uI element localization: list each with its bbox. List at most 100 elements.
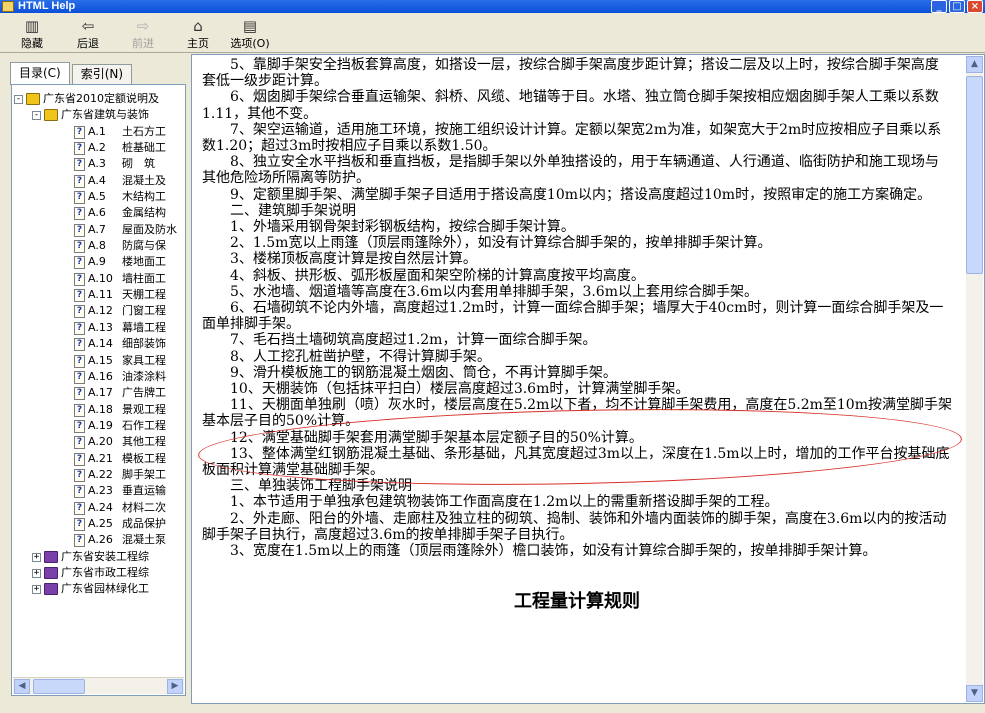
topic-content-pane: 5、靠脚手架安全挡板套算高度，如搭设一层，按综合脚手架高度步距计算；搭设二层及以… (191, 54, 985, 704)
minimize-button[interactable]: _ (931, 0, 947, 13)
scroll-left-arrow-icon[interactable]: ◀ (14, 679, 30, 694)
topic-document: 5、靠脚手架安全挡板套算高度，如搭设一层，按综合脚手架高度步距计算；搭设二层及以… (202, 57, 952, 611)
topic-paragraph: 2、外走廊、阳台的外墙、走廊柱及独立柱的砌筑、捣制、装饰和外墙内面装饰的脚手架，… (202, 510, 947, 543)
tree-item-chapter[interactable]: ? A.2 桩基础工 (14, 140, 184, 156)
title-bar[interactable]: HTML Help _ □ × (0, 0, 985, 13)
back-arrow-icon: ⇦ (81, 17, 95, 35)
tree-item-chapter[interactable]: ? A.21 模板工程 (14, 451, 184, 467)
help-page-icon: ? (74, 534, 85, 548)
content-vertical-scrollbar[interactable]: ▲ ▼ (966, 56, 983, 702)
expand-icon[interactable]: + (32, 585, 41, 595)
tree-item-chapter[interactable]: ? A.13 幕墙工程 (14, 320, 184, 336)
forward-arrow-icon: ⇨ (136, 17, 150, 35)
tree-item-chapter[interactable]: ? A.17 广告牌工 (14, 385, 184, 401)
tree-item-chapter[interactable]: ? A.8 防腐与保 (14, 238, 184, 254)
tree-item-title: 幕墙工程 (122, 320, 166, 334)
tree-item-label: A.4 混凝土及 (88, 173, 166, 189)
tree-item-chapter[interactable]: ? A.12 门窗工程 (14, 303, 184, 319)
tab-index[interactable]: 索引(N) (71, 64, 133, 84)
tree-item-title: 景观工程 (122, 402, 166, 416)
tree-item-title: 土石方工 (122, 124, 166, 138)
tree-item-root[interactable]: - 广东省2010定额说明及 (14, 91, 184, 107)
tree-item-chapter[interactable]: ? A.23 垂直运输 (14, 483, 184, 499)
topic-paragraph: 8、独立安全水平挡板和垂直挡板，是指脚手架以外单独搭设的，用于车辆通道、人行通道… (202, 154, 939, 187)
expand-icon[interactable]: + (32, 568, 41, 578)
topic-paragraph: 5、水池墙、烟道墙等高度在3.6m以内套用单排脚手架，3.6m以上套用综合脚手架… (230, 283, 758, 300)
tree-horizontal-scrollbar[interactable]: ◀ ▶ (13, 677, 184, 694)
tree-item-code: A.21 (88, 451, 113, 465)
tree-item-chapter[interactable]: ? A.4 混凝土及 (14, 173, 184, 189)
tree-item-title: 混凝土及 (122, 173, 166, 187)
tree-item-label: A.6 金属结构 (88, 205, 166, 221)
scroll-down-arrow-icon[interactable]: ▼ (966, 685, 983, 702)
scroll-right-arrow-icon[interactable]: ▶ (167, 679, 183, 694)
tree-item-chapter[interactable]: ? A.6 金属结构 (14, 205, 184, 221)
help-page-icon: ? (74, 387, 85, 401)
content-scroll-thumb[interactable] (966, 76, 983, 274)
expand-icon[interactable]: + (32, 552, 41, 562)
tree-item-chapter[interactable]: ? A.7 屋面及防水 (14, 222, 184, 238)
help-page-icon: ? (74, 256, 85, 270)
tree-item-chapter[interactable]: ? A.11 天棚工程 (14, 287, 184, 303)
home-button[interactable]: ⌂ 主页 (175, 17, 221, 51)
topic-paragraph: 12、满堂基础脚手架套用满堂脚手架基本层定额子目的50%计算。 (230, 429, 643, 446)
hide-label: 隐藏 (21, 37, 43, 50)
tree-item-chapter[interactable]: ? A.20 其他工程 (14, 434, 184, 450)
help-page-icon: ? (74, 485, 85, 499)
hide-button[interactable]: ▥ 隐藏 (9, 17, 55, 51)
tree-item-chapter[interactable]: ? A.9 楼地面工 (14, 254, 184, 270)
tree-item-chapter[interactable]: ? A.1 土石方工 (14, 124, 184, 140)
tree-item-chapter[interactable]: ? A.22 脚手架工 (14, 467, 184, 483)
tree-scroll-thumb[interactable] (33, 679, 85, 694)
tree-item-label: A.10 墙柱面工 (88, 271, 166, 287)
topic-paragraph: 三、单独装饰工程脚手架说明 (230, 478, 412, 495)
tree-item-chapter[interactable]: ? A.15 家具工程 (14, 353, 184, 369)
tree-item-building[interactable]: - 广东省建筑与装饰 (14, 107, 184, 123)
help-page-icon: ? (74, 272, 85, 286)
help-page-icon: ? (74, 223, 85, 237)
tree-item-title: 细部装饰 (122, 337, 166, 351)
tree-item-chapter[interactable]: ? A.24 材料二次 (14, 500, 184, 516)
tree-item-code: A.4 (88, 173, 106, 187)
tree-item-chapter[interactable]: ? A.5 木结构工 (14, 189, 184, 205)
tree-item-code: A.2 (88, 141, 106, 155)
topic-paragraph: 7、毛石挡土墙砌筑高度超过1.2m，计算一面综合脚手架。 (230, 332, 597, 349)
close-button[interactable]: × (967, 0, 983, 13)
collapse-icon[interactable]: - (32, 111, 41, 121)
help-page-icon: ? (74, 338, 85, 352)
collapse-icon[interactable]: - (14, 95, 23, 104)
tree-item-chapter[interactable]: ? A.10 墙柱面工 (14, 271, 184, 287)
book-icon (26, 93, 40, 105)
book-icon (44, 566, 58, 579)
tree-item-chapter[interactable]: ? A.14 细部装饰 (14, 336, 184, 352)
window-controls: _ □ × (931, 0, 983, 13)
options-icon: ▤ (242, 17, 258, 35)
help-page-icon: ? (74, 517, 85, 531)
tree-item-chapter[interactable]: ? A.25 成品保护 (14, 516, 184, 532)
tree-item-code: A.23 (88, 484, 113, 498)
tree-item-title: 成品保护 (122, 516, 166, 530)
tree-item-label: A.11 天棚工程 (88, 287, 166, 303)
home-label: 主页 (187, 37, 209, 50)
window-title: HTML Help (18, 0, 76, 12)
help-page-icon: ? (74, 501, 85, 515)
tree-item-chapter[interactable]: ? A.3 砌 筑 (14, 156, 184, 172)
tree-item-chapter[interactable]: ? A.19 石作工程 (14, 418, 184, 434)
tree-item-title: 门窗工程 (122, 304, 166, 318)
help-page-icon: ? (74, 436, 85, 450)
scroll-up-arrow-icon[interactable]: ▲ (966, 56, 983, 73)
help-page-icon: ? (74, 354, 85, 368)
tree-item-chapter[interactable]: ? A.18 景观工程 (14, 402, 184, 418)
forward-button[interactable]: ⇨ 前进 (120, 17, 166, 51)
maximize-button[interactable]: □ (949, 0, 965, 13)
tree-item-other-book[interactable]: + 广东省市政工程综 (14, 565, 184, 581)
tree-item-chapter[interactable]: ? A.16 油漆涂料 (14, 369, 184, 385)
tab-contents[interactable]: 目录(C) (10, 62, 70, 85)
help-page-icon: ? (74, 321, 85, 335)
back-button[interactable]: ⇦ 后退 (65, 17, 111, 51)
tree-item-chapter[interactable]: ? A.26 混凝土泵 (14, 532, 184, 548)
tree-item-other-book[interactable]: + 广东省安装工程综 (14, 549, 184, 565)
tree-item-other-book[interactable]: + 广东省园林绿化工 (14, 581, 184, 597)
options-button[interactable]: ▤ 选项(O) (222, 17, 278, 51)
tree-item-label: A.14 细部装饰 (88, 336, 166, 352)
